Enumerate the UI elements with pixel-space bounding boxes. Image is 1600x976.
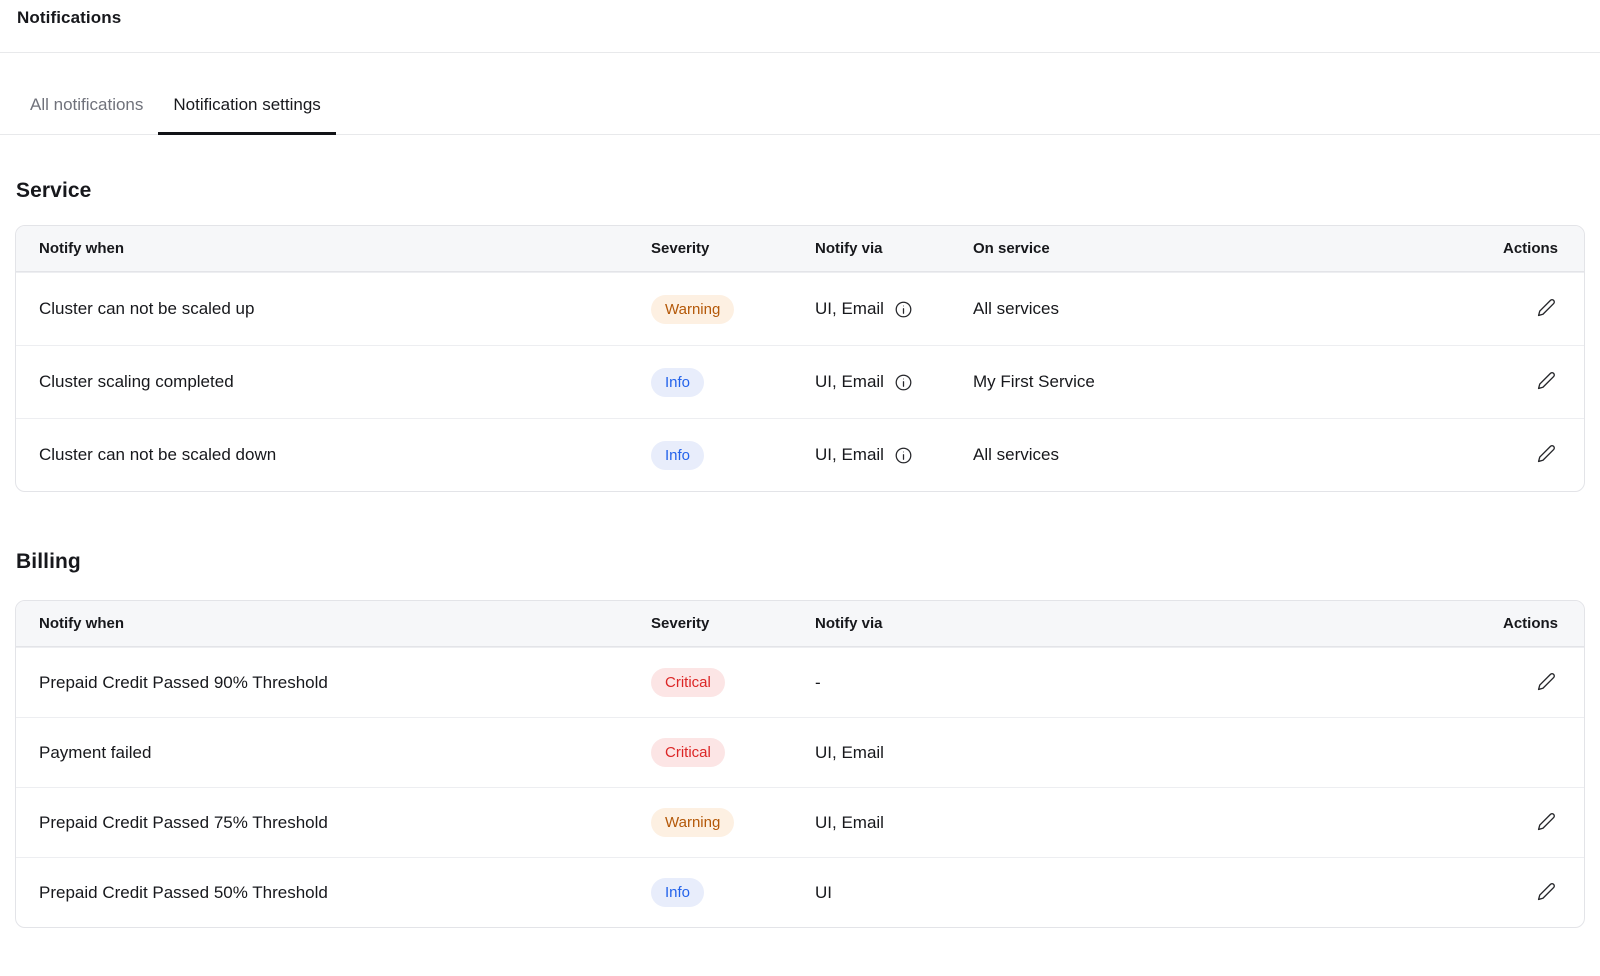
notify-via-label: UI, Email — [815, 299, 884, 319]
actions-cell — [1464, 442, 1584, 468]
section-service: Service Notify whenSeverityNotify viaOn … — [0, 179, 1600, 492]
notify-via-label: UI, Email — [815, 372, 884, 392]
notify-via-cell: UI, Email — [815, 743, 1464, 763]
info-icon[interactable] — [894, 373, 913, 392]
notify-via-cell: UI, Email — [815, 813, 1464, 833]
notify-via-cell: UI — [815, 883, 1464, 903]
pencil-icon — [1537, 378, 1556, 393]
info-icon[interactable] — [894, 446, 913, 465]
notify-when-label: Cluster can not be scaled down — [16, 445, 651, 465]
tabs-bar: All notifications Notification settings — [0, 95, 1600, 135]
table-row: Prepaid Credit Passed 50% ThresholdInfo U… — [16, 857, 1584, 927]
severity-badge: Warning — [651, 808, 734, 837]
column-header-on-service: On service — [973, 240, 1464, 257]
notify-when-label: Prepaid Credit Passed 90% Threshold — [16, 673, 651, 693]
billing-notifications-table: Notify whenSeverityNotify viaActionsPrep… — [15, 600, 1585, 928]
column-header-severity: Severity — [651, 615, 815, 632]
column-header-notify-when: Notify when — [16, 615, 651, 632]
notify-when-label: Cluster scaling completed — [16, 372, 651, 392]
page-header: Notifications — [0, 0, 1600, 53]
column-header-notify-when: Notify when — [16, 240, 651, 257]
edit-button[interactable] — [1535, 442, 1558, 465]
notify-via-label: UI, Email — [815, 743, 884, 763]
actions-cell — [1464, 296, 1584, 322]
notify-via-label: UI, Email — [815, 813, 884, 833]
notify-via-cell: UI, Email — [815, 299, 973, 319]
table-row: Cluster can not be scaled upWarning UI, E… — [16, 272, 1584, 345]
section-billing: Billing Notify whenSeverityNotify viaAct… — [0, 550, 1600, 928]
pencil-icon — [1537, 819, 1556, 834]
notify-via-label: - — [815, 673, 821, 693]
notify-via-label: UI — [815, 883, 832, 903]
severity-cell: Critical — [651, 668, 815, 697]
notify-via-cell: UI, Email — [815, 372, 973, 392]
edit-button[interactable] — [1535, 369, 1558, 392]
pencil-icon — [1537, 889, 1556, 904]
severity-cell: Info — [651, 441, 815, 470]
table-header-row: Notify whenSeverityNotify viaActions — [16, 601, 1584, 647]
pencil-icon — [1537, 451, 1556, 466]
notify-via-cell: UI, Email — [815, 445, 973, 465]
severity-badge: Info — [651, 441, 704, 470]
actions-cell — [1464, 810, 1584, 836]
edit-button[interactable] — [1535, 880, 1558, 903]
edit-button[interactable] — [1535, 810, 1558, 833]
info-icon[interactable] — [894, 300, 913, 319]
notify-when-label: Prepaid Credit Passed 50% Threshold — [16, 883, 651, 903]
table-row: Payment failedCritical UI, Email — [16, 717, 1584, 787]
actions-cell — [1464, 670, 1584, 696]
column-header-severity: Severity — [651, 240, 815, 257]
notify-via-label: UI, Email — [815, 445, 884, 465]
severity-badge: Critical — [651, 668, 725, 697]
severity-cell: Info — [651, 368, 815, 397]
notify-when-label: Cluster can not be scaled up — [16, 299, 651, 319]
column-header-notify-via: Notify via — [815, 615, 1464, 632]
tab-notification-settings[interactable]: Notification settings — [158, 95, 335, 135]
section-heading-service: Service — [16, 179, 1584, 203]
severity-badge: Info — [651, 878, 704, 907]
on-service-label: All services — [973, 445, 1464, 465]
notify-via-cell: - — [815, 673, 1464, 693]
actions-cell — [1464, 369, 1584, 395]
column-header-actions: Actions — [1464, 615, 1584, 632]
table-row: Cluster can not be scaled downInfo UI, Em… — [16, 418, 1584, 491]
actions-cell — [1464, 880, 1584, 906]
column-header-notify-via: Notify via — [815, 240, 973, 257]
severity-badge: Critical — [651, 738, 725, 767]
page-title: Notifications — [17, 8, 121, 28]
severity-cell: Critical — [651, 738, 815, 767]
table-row: Prepaid Credit Passed 90% ThresholdCriti… — [16, 647, 1584, 717]
pencil-icon — [1537, 305, 1556, 320]
service-notifications-table: Notify whenSeverityNotify viaOn serviceA… — [15, 225, 1585, 492]
table-row: Cluster scaling completedInfo UI, Email My… — [16, 345, 1584, 418]
severity-cell: Warning — [651, 295, 815, 324]
notify-when-label: Payment failed — [16, 743, 651, 763]
severity-cell: Warning — [651, 808, 815, 837]
severity-cell: Info — [651, 878, 815, 907]
table-row: Prepaid Credit Passed 75% ThresholdWarni… — [16, 787, 1584, 857]
edit-button[interactable] — [1535, 670, 1558, 693]
tab-all-notifications[interactable]: All notifications — [15, 95, 158, 135]
on-service-label: My First Service — [973, 372, 1464, 392]
pencil-icon — [1537, 679, 1556, 694]
notify-when-label: Prepaid Credit Passed 75% Threshold — [16, 813, 651, 833]
severity-badge: Warning — [651, 295, 734, 324]
edit-button[interactable] — [1535, 296, 1558, 319]
severity-badge: Info — [651, 368, 704, 397]
on-service-label: All services — [973, 299, 1464, 319]
table-header-row: Notify whenSeverityNotify viaOn serviceA… — [16, 226, 1584, 272]
column-header-actions: Actions — [1464, 240, 1584, 257]
section-heading-billing: Billing — [16, 550, 1584, 574]
